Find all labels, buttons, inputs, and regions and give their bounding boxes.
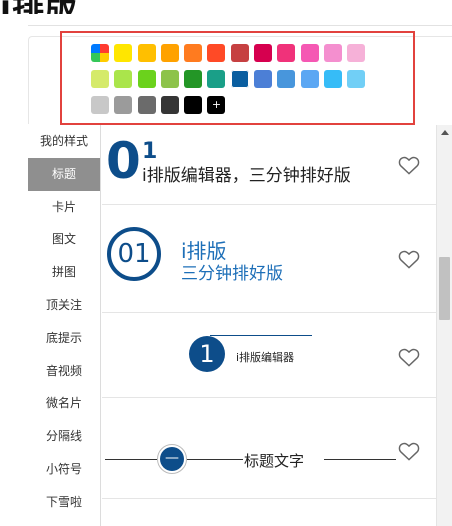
template-text: 标题文字 [244, 452, 305, 470]
color-swatch[interactable] [160, 96, 179, 114]
color-swatch[interactable] [114, 44, 133, 62]
sidebar-item[interactable]: 下雪啦 [28, 486, 100, 519]
sidebar-item[interactable]: 分隔线 [28, 420, 100, 453]
color-swatch[interactable] [300, 44, 319, 62]
color-swatch[interactable] [207, 70, 226, 88]
color-swatch[interactable] [323, 70, 342, 88]
sidebar-item[interactable]: 我的样式 [28, 125, 100, 158]
rainbow-color-picker-icon[interactable] [91, 44, 109, 62]
scroll-up-arrow-icon[interactable] [437, 125, 452, 140]
color-swatch[interactable] [323, 44, 342, 62]
divider-line-left [105, 459, 157, 460]
color-swatch-grid: + [91, 44, 401, 114]
color-swatch[interactable] [91, 70, 109, 88]
color-swatch[interactable] [230, 44, 249, 62]
color-swatch[interactable] [160, 70, 179, 88]
divider-line-middle [187, 459, 243, 460]
color-swatch[interactable] [137, 96, 156, 114]
color-swatch[interactable] [91, 96, 109, 114]
sidebar-item[interactable]: 小符号 [28, 453, 100, 486]
sidebar-item[interactable]: 底提示 [28, 322, 100, 355]
color-swatch[interactable] [184, 96, 203, 114]
color-swatch[interactable] [114, 96, 133, 114]
template-card-4[interactable]: — 标题文字 [102, 125, 436, 499]
color-swatch[interactable] [254, 44, 273, 62]
add-color-button[interactable]: + [207, 96, 226, 114]
color-swatch[interactable] [207, 44, 226, 62]
color-swatch[interactable] [184, 44, 203, 62]
sidebar-item[interactable]: 图文 [28, 223, 100, 256]
color-swatch[interactable] [277, 70, 296, 88]
template-list: 0 1 i排版编辑器，三分钟排好版 01 i排版 三分钟排好版 1 i排版编辑器… [102, 125, 436, 526]
color-swatch[interactable] [347, 70, 366, 88]
color-swatch[interactable] [230, 70, 249, 88]
color-swatch[interactable] [114, 70, 133, 88]
color-swatch[interactable] [254, 70, 273, 88]
scroll-thumb[interactable] [439, 257, 450, 320]
vertical-scrollbar[interactable] [436, 125, 452, 526]
sidebar-item[interactable]: 卡片 [28, 191, 100, 224]
color-swatch[interactable] [137, 70, 156, 88]
minus-icon: — [160, 447, 184, 471]
top-divider [28, 25, 452, 26]
sidebar-item[interactable]: 标题 [28, 157, 100, 191]
color-swatch[interactable] [137, 44, 156, 62]
color-swatch[interactable] [277, 44, 296, 62]
color-swatch[interactable] [160, 44, 179, 62]
sidebar-item[interactable]: 拼图 [28, 256, 100, 289]
color-swatch[interactable] [300, 70, 319, 88]
heart-icon[interactable] [398, 441, 420, 461]
color-swatch[interactable] [184, 70, 203, 88]
color-swatch[interactable] [347, 44, 366, 62]
sidebar-item[interactable]: 微名片 [28, 387, 100, 420]
sidebar-item[interactable]: 音视频 [28, 355, 100, 388]
sidebar-item[interactable]: 顶关注 [28, 289, 100, 322]
category-sidebar: 我的样式 标题 卡片 图文 拼图 顶关注 底提示 音视频 微名片 分隔线 小符号 下雪啦 [28, 125, 101, 526]
divider-line-right [324, 459, 396, 460]
brand-logo: i排版 [0, 0, 200, 14]
